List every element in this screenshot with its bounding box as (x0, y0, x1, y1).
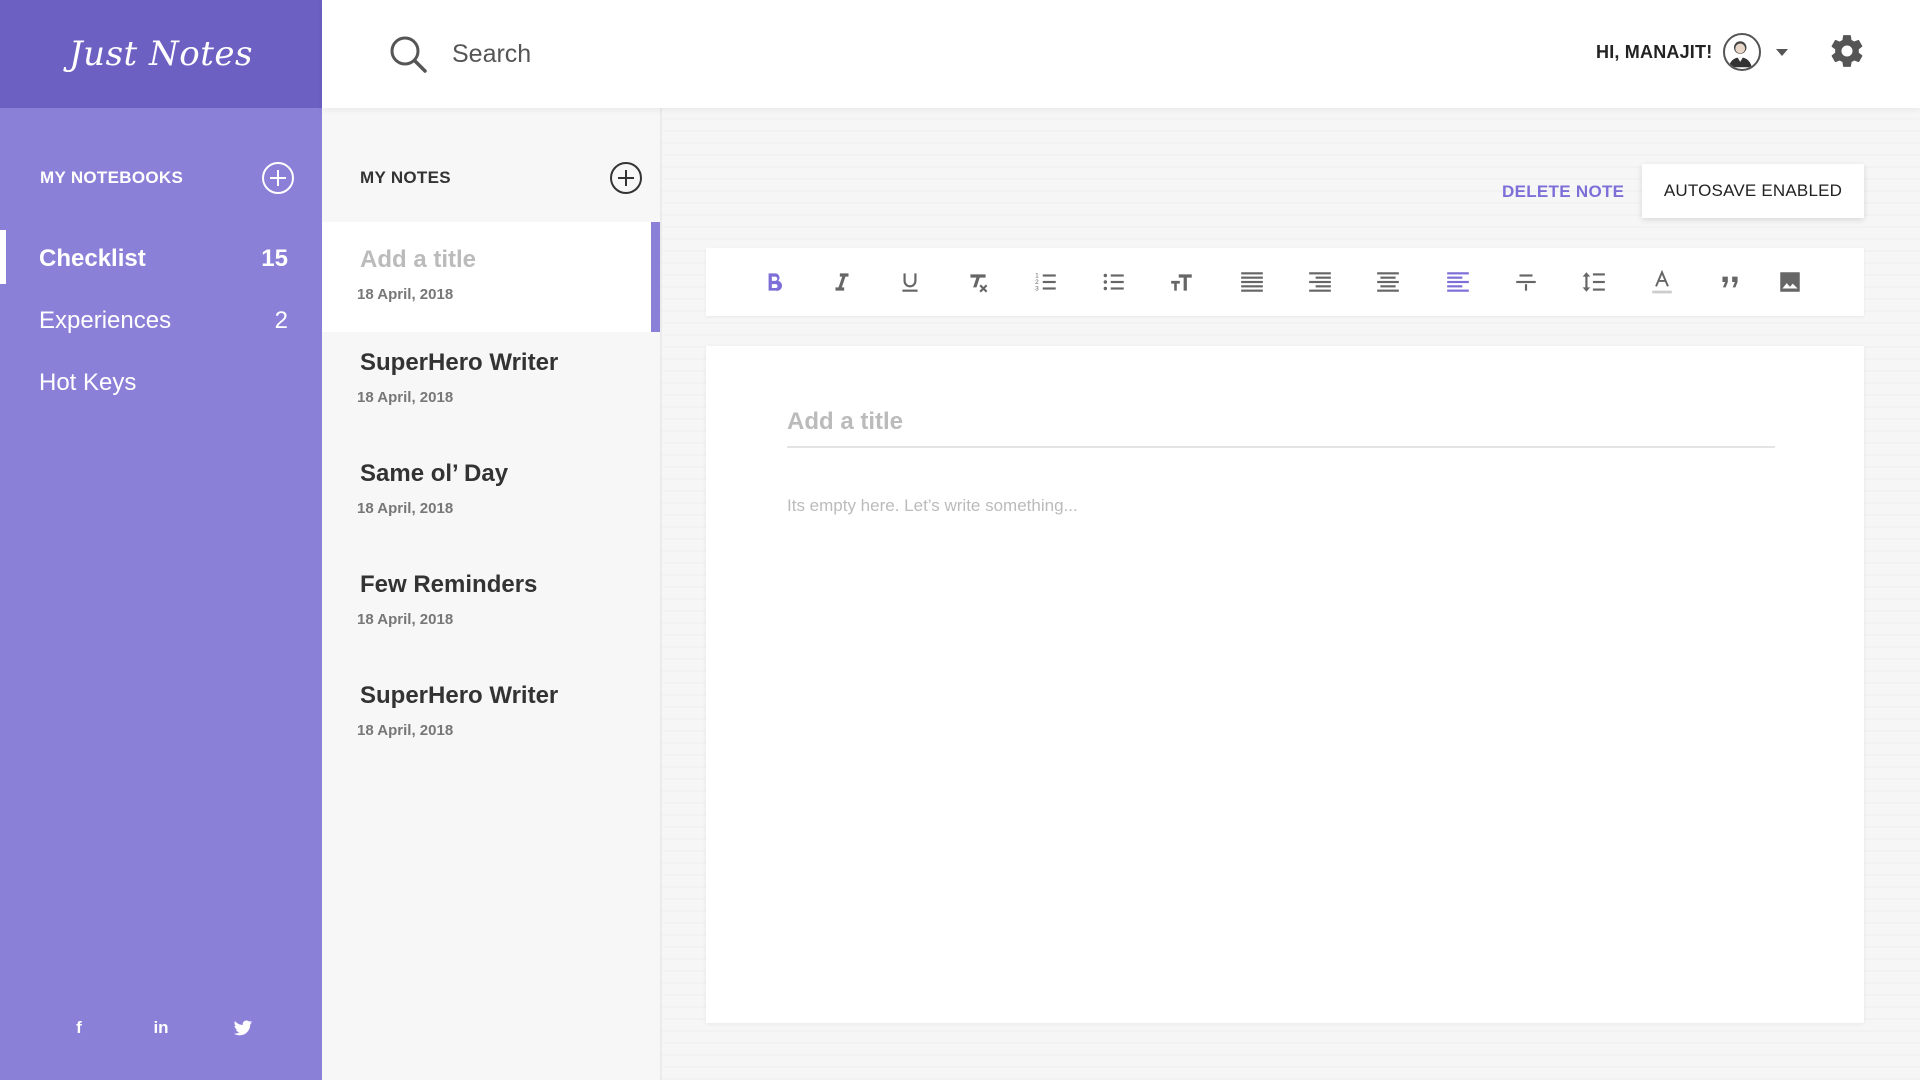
note-list-item[interactable]: Few Reminders 18 April, 2018 (322, 547, 660, 657)
bold-icon[interactable] (760, 268, 788, 296)
text-size-icon[interactable] (1168, 268, 1196, 296)
notes-panel: MY NOTES Add a title 18 April, 2018 Supe… (322, 108, 662, 1080)
notebook-count: 2 (274, 307, 288, 334)
notebook-label: Experiences (39, 307, 172, 334)
note-title: Add a title (360, 246, 477, 273)
quote-icon[interactable] (1716, 268, 1744, 296)
gear-icon[interactable] (1828, 32, 1866, 70)
editor-area: DELETE NOTE AUTOSAVE ENABLED 123 (662, 108, 1920, 1080)
note-date: 18 April, 2018 (357, 722, 454, 739)
notebook-list: Checklist 15 Experiences 2 Hot Keys (0, 228, 322, 414)
note-date: 18 April, 2018 (357, 611, 454, 628)
app-logo[interactable]: Just Notes (69, 34, 253, 74)
chevron-down-icon[interactable] (1776, 49, 1788, 56)
notes-header: MY NOTES (360, 160, 642, 196)
search-icon[interactable] (388, 34, 428, 74)
sidebar-item-experiences[interactable]: Experiences 2 (0, 290, 322, 352)
image-icon[interactable] (1776, 268, 1804, 296)
align-center-icon[interactable] (1374, 268, 1402, 296)
twitter-icon[interactable] (229, 1014, 257, 1042)
user-greeting: HI, MANAJIT! (1596, 42, 1713, 62)
avatar[interactable] (1723, 33, 1761, 71)
sidebar-item-hot-keys[interactable]: Hot Keys (0, 352, 322, 414)
note-list-item[interactable]: Add a title 18 April, 2018 (322, 222, 660, 332)
add-notebook-icon[interactable] (262, 162, 294, 194)
underline-icon[interactable] (896, 268, 924, 296)
notebook-label: Hot Keys (39, 369, 137, 396)
delete-note-button[interactable]: DELETE NOTE (1502, 182, 1624, 202)
ordered-list-icon[interactable]: 123 (1032, 268, 1060, 296)
note-editor (706, 346, 1864, 1023)
italic-icon[interactable] (828, 268, 856, 296)
brand-bar: Just Notes (0, 0, 322, 108)
format-toolbar: 123 (706, 248, 1864, 316)
top-header: HI, MANAJIT! (322, 0, 1920, 108)
text-color-icon[interactable] (1648, 268, 1676, 296)
note-title: SuperHero Writer (360, 682, 559, 709)
notes-section-label: MY NOTES (360, 168, 451, 187)
notebooks-section-label: MY NOTEBOOKS (40, 168, 184, 187)
facebook-icon[interactable]: f (65, 1014, 93, 1042)
align-justify-icon[interactable] (1238, 268, 1266, 296)
bullet-list-icon[interactable] (1100, 268, 1128, 296)
notebook-label: Checklist (39, 245, 146, 272)
note-title: Few Reminders (360, 571, 538, 598)
social-links: f in (0, 1014, 322, 1042)
svg-text:3: 3 (1035, 286, 1039, 293)
notebook-count: 15 (261, 245, 288, 272)
clear-format-icon[interactable] (964, 268, 992, 296)
note-date: 18 April, 2018 (357, 286, 454, 303)
note-list-item[interactable]: SuperHero Writer 18 April, 2018 (322, 325, 660, 435)
note-list-item[interactable]: Same ol’ Day 18 April, 2018 (322, 436, 660, 546)
align-right-icon[interactable] (1306, 268, 1334, 296)
autosave-toggle[interactable]: AUTOSAVE ENABLED (1642, 164, 1864, 218)
sidebar-item-checklist[interactable]: Checklist 15 (0, 228, 322, 290)
search-input[interactable] (452, 30, 1052, 78)
note-title-input[interactable] (787, 398, 1775, 448)
note-body-input[interactable] (787, 496, 1775, 976)
linkedin-icon[interactable]: in (147, 1014, 175, 1042)
note-date: 18 April, 2018 (357, 389, 454, 406)
note-list-item[interactable]: SuperHero Writer 18 April, 2018 (322, 658, 660, 768)
add-note-icon[interactable] (610, 162, 642, 194)
align-left-icon[interactable] (1444, 268, 1472, 296)
notebooks-header: MY NOTEBOOKS (40, 160, 294, 196)
note-date: 18 April, 2018 (357, 500, 454, 517)
note-title: Same ol’ Day (360, 460, 509, 487)
note-title: SuperHero Writer (360, 349, 559, 376)
sidebar: Just Notes MY NOTEBOOKS Checklist 15 Exp… (0, 0, 322, 1080)
line-height-icon[interactable] (1580, 268, 1608, 296)
strikethrough-icon[interactable] (1512, 268, 1540, 296)
